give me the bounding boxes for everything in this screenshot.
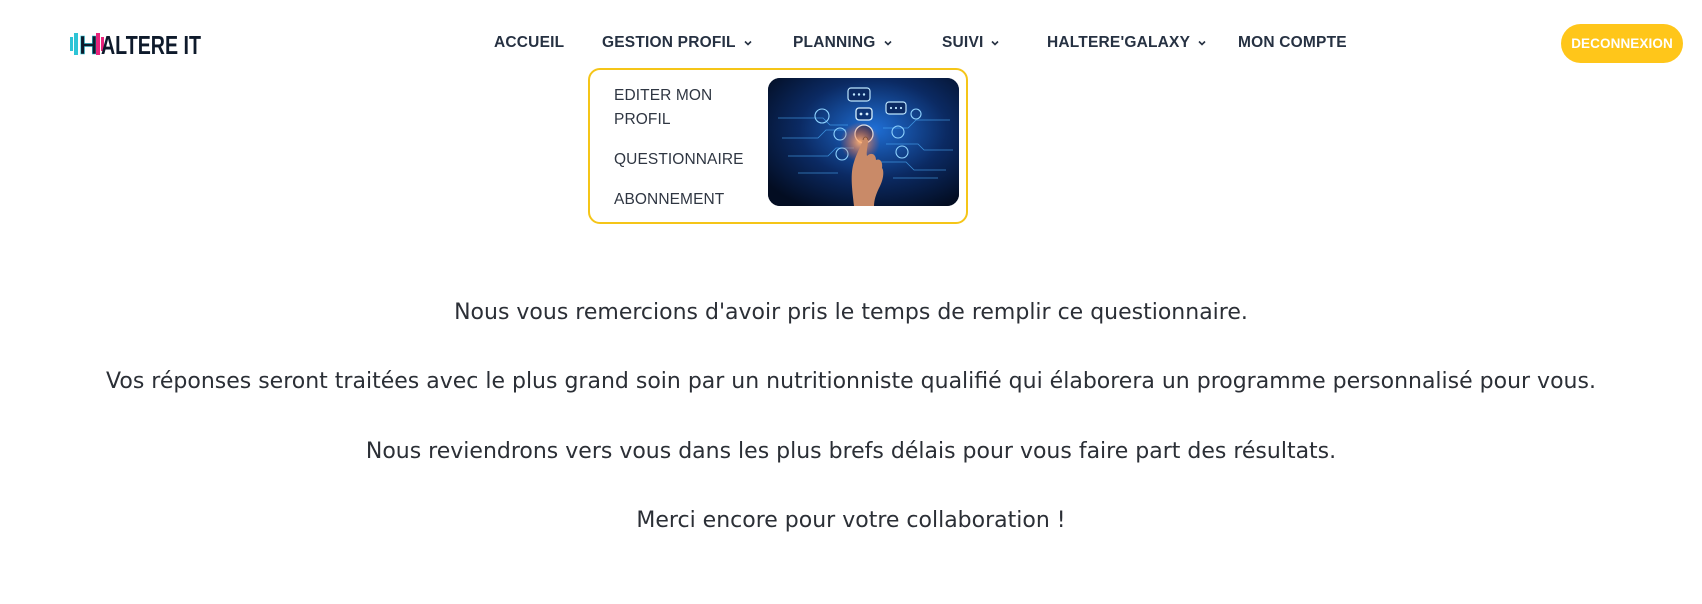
- chevron-down-icon: [991, 40, 1000, 46]
- dropdown-item-editer-profil[interactable]: EDITER MON PROFIL: [614, 84, 764, 132]
- nav-item-planning[interactable]: PLANNING: [793, 30, 893, 56]
- nav-item-label: GESTION PROFIL: [602, 34, 736, 51]
- chevron-down-icon: [883, 40, 892, 46]
- message-paragraph: Vos réponses seront traitées avec le plu…: [106, 369, 1596, 394]
- dropdown-item-abonnement[interactable]: ABONNEMENT: [614, 188, 724, 212]
- nav-item-gestion-profil[interactable]: GESTION PROFIL: [602, 30, 753, 56]
- nav-item-accueil[interactable]: ACCUEIL: [494, 30, 564, 56]
- dropdown-item-questionnaire[interactable]: QUESTIONNAIRE: [614, 148, 744, 172]
- nav-item-label: ACCUEIL: [494, 34, 565, 51]
- nav-item-label: MON COMPTE: [1238, 34, 1347, 51]
- nav-item-mon-compte[interactable]: MON COMPTE: [1238, 30, 1347, 56]
- message-paragraph: Merci encore pour votre collaboration !: [636, 508, 1066, 533]
- nav-item-haltere-galaxy[interactable]: HALTERE'GALAXY: [1047, 30, 1207, 56]
- message-paragraph: Nous reviendrons vers vous dans les plus…: [365, 439, 1337, 464]
- nav-item-label: HALTERE'GALAXY: [1047, 34, 1191, 51]
- gestion-profil-dropdown: EDITER MON PROFIL QUESTIONNAIRE ABONNEME…: [588, 68, 968, 224]
- main-nav: ACCUEIL GESTION PROFIL PLANNING SUIVI HA…: [0, 30, 1702, 56]
- nav-item-suivi[interactable]: SUIVI: [942, 30, 1000, 56]
- ai-hand-tech-illustration-icon: [768, 78, 959, 206]
- chevron-down-icon: [1198, 40, 1206, 46]
- logout-button[interactable]: DECONNEXION: [1561, 24, 1683, 63]
- message-paragraph: Nous vous remercions d'avoir pris le tem…: [454, 300, 1248, 325]
- nav-item-label: SUIVI: [942, 34, 984, 51]
- chevron-down-icon: [744, 40, 752, 46]
- nav-item-label: PLANNING: [793, 34, 876, 51]
